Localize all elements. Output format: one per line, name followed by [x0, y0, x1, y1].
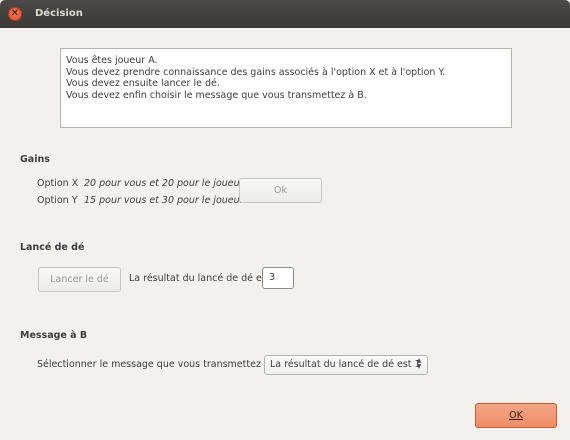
roll-dice-button[interactable]: Lancer le dé — [38, 267, 121, 292]
option-x-value: 20 pour vous et 20 pour le joueur B — [84, 178, 254, 189]
gains-ok-button[interactable]: Ok — [239, 178, 322, 203]
close-icon[interactable]: ✕ — [8, 7, 22, 21]
dice-section-title: Lancé de dé — [20, 242, 85, 253]
message-section-title: Message à B — [20, 330, 88, 341]
option-y-value: 15 pour vous et 30 pour le joueur B — [84, 195, 254, 206]
instruction-line: Vous êtes joueur A. — [66, 55, 158, 66]
ok-button[interactable]: OK — [475, 403, 557, 428]
instruction-line: Vous devez ensuite lancer le dé. — [66, 78, 220, 89]
message-select[interactable]: La résultat du lancé de dé est 1 ▲ ▼ — [264, 355, 428, 375]
message-select-label: Sélectionner le message que vous transme… — [37, 359, 280, 370]
instructions-box: Vous êtes joueur A. Vous devez prendre c… — [60, 48, 512, 128]
instruction-line: Vous devez enfin choisir le message que … — [66, 89, 367, 101]
option-y-label: Option Y — [37, 195, 78, 206]
window-title: Décision — [35, 8, 83, 19]
option-x-label: Option X — [37, 178, 79, 189]
ok-button-label: OK — [509, 410, 523, 421]
instruction-line: Vous devez prendre connaissance des gain… — [66, 66, 446, 78]
dice-result-label: La résultat du lancé de dé est — [129, 273, 271, 284]
chevron-up-down-icon: ▲ ▼ — [416, 357, 422, 370]
title-bar: ✕ Décision — [0, 0, 570, 28]
message-select-value: La résultat du lancé de dé est 1 — [270, 359, 421, 370]
dice-result-field[interactable]: 3 — [262, 267, 294, 289]
gains-section-title: Gains — [20, 154, 50, 165]
